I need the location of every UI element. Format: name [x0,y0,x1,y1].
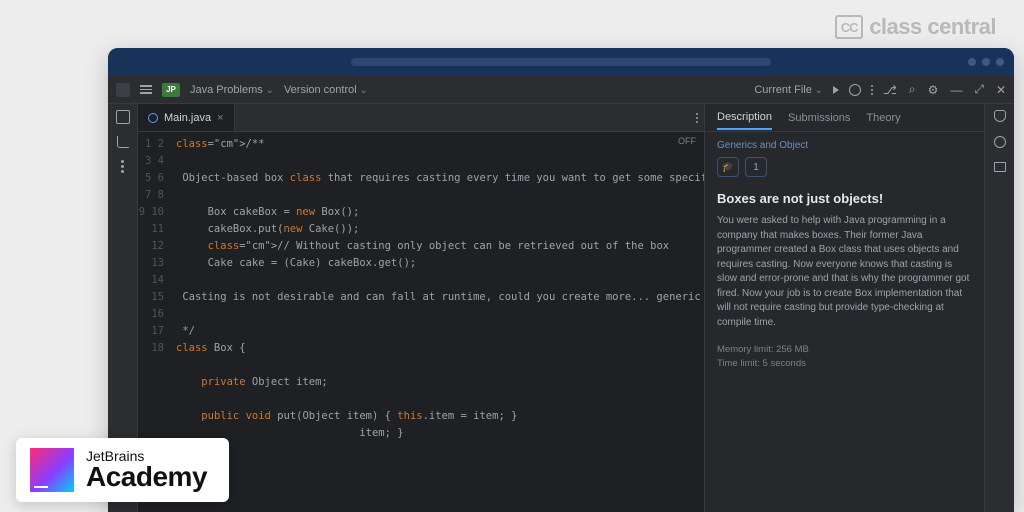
hamburger-icon[interactable] [140,85,152,94]
classcentral-icon: CC [835,15,863,39]
course-pill-icon[interactable]: 🎓 [717,157,739,177]
project-selector[interactable]: Java Problems [190,84,274,96]
inspections-off-badge[interactable]: OFF [678,136,696,146]
user-icon[interactable]: ⎇ [883,83,897,97]
step-pill[interactable]: 1 [745,157,767,177]
project-badge[interactable]: JP [162,83,180,97]
task-title: Boxes are not just objects! [705,187,984,214]
search-icon[interactable]: ⌕ [909,82,916,97]
java-file-icon [148,113,158,123]
time-limit: Time limit: 5 seconds [717,358,972,369]
tab-options-icon[interactable] [696,113,698,123]
jetbrains-logo-icon [30,448,74,492]
ide-window: JP Java Problems Version control Current… [108,48,1014,512]
task-panel: Description Submissions Theory Generics … [704,104,984,512]
close-tab-icon[interactable]: × [217,112,223,124]
run-config-selector[interactable]: Current File [754,84,823,96]
tab-theory[interactable]: Theory [866,112,900,124]
restore-icon[interactable]: ⤢ [974,82,984,97]
file-tab-label: Main.java [164,112,211,124]
urlbar-placeholder [351,58,771,66]
run-icon[interactable] [833,86,839,94]
minimize-icon[interactable]: — [950,83,962,97]
classcentral-text: class central [869,14,996,40]
notifications-icon[interactable] [994,110,1006,122]
classcentral-logo: CC class central [835,14,996,40]
structure-tool-icon[interactable] [117,136,129,148]
debug-icon[interactable] [849,84,861,96]
task-body: You were asked to help with Java program… [705,214,984,330]
settings-icon[interactable]: ⚙ [928,83,939,97]
jetbrains-academy-badge: JetBrains Academy [16,438,229,502]
editor-tabs: Main.java × [138,104,704,132]
file-tab-main[interactable]: Main.java × [138,104,235,131]
more-tools-icon[interactable] [121,160,124,173]
vcs-selector[interactable]: Version control [284,84,368,96]
browser-titlebar [108,48,1014,76]
app-icon[interactable] [116,83,130,97]
more-icon[interactable] [871,85,873,95]
task-breadcrumb[interactable]: Generics and Object [705,132,984,157]
task-panel-tabs: Description Submissions Theory [705,104,984,132]
code-text[interactable]: class="cm">/** Object-based box class th… [170,132,704,512]
jb-line2: Academy [86,463,207,491]
project-tool-icon[interactable] [116,110,130,124]
memory-limit: Memory limit: 256 MB [717,344,972,355]
window-controls[interactable] [968,58,1004,66]
learn-icon[interactable] [994,162,1006,172]
ide-topbar: JP Java Problems Version control Current… [108,76,1014,104]
tab-submissions[interactable]: Submissions [788,112,850,124]
close-icon[interactable]: ✕ [996,83,1006,97]
tab-description[interactable]: Description [717,111,772,130]
ai-assistant-icon[interactable] [994,136,1006,148]
right-gutter [984,104,1014,512]
